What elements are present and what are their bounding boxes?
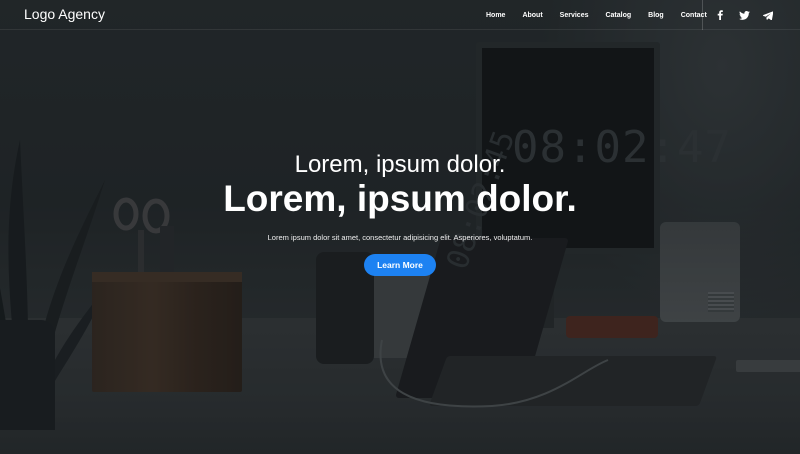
nav-link-blog[interactable]: Blog (648, 12, 664, 19)
hero-section: Lorem, ipsum dolor. Lorem, ipsum dolor. … (0, 150, 800, 276)
hero-subtitle: Lorem, ipsum dolor. (294, 151, 506, 178)
nav-link-home[interactable]: Home (486, 12, 505, 19)
nav-link-catalog[interactable]: Catalog (605, 12, 631, 19)
logo[interactable]: Logo Agency (24, 6, 105, 22)
twitter-icon[interactable] (735, 6, 753, 24)
nav-links: Home About Services Catalog Blog Contact (486, 0, 724, 30)
nav-link-about[interactable]: About (522, 12, 542, 19)
navbar: Logo Agency Home About Services Catalog … (0, 0, 800, 30)
nav-link-services[interactable]: Services (560, 12, 589, 19)
hero-title: Lorem, ipsum dolor. (223, 178, 577, 219)
social-links (708, 0, 780, 30)
telegram-icon[interactable] (759, 6, 777, 24)
facebook-icon[interactable] (711, 6, 729, 24)
learn-more-button[interactable]: Learn More (364, 254, 436, 276)
nav-divider (702, 0, 703, 30)
hero-description: Lorem ipsum dolor sit amet, consectetur … (267, 233, 533, 242)
